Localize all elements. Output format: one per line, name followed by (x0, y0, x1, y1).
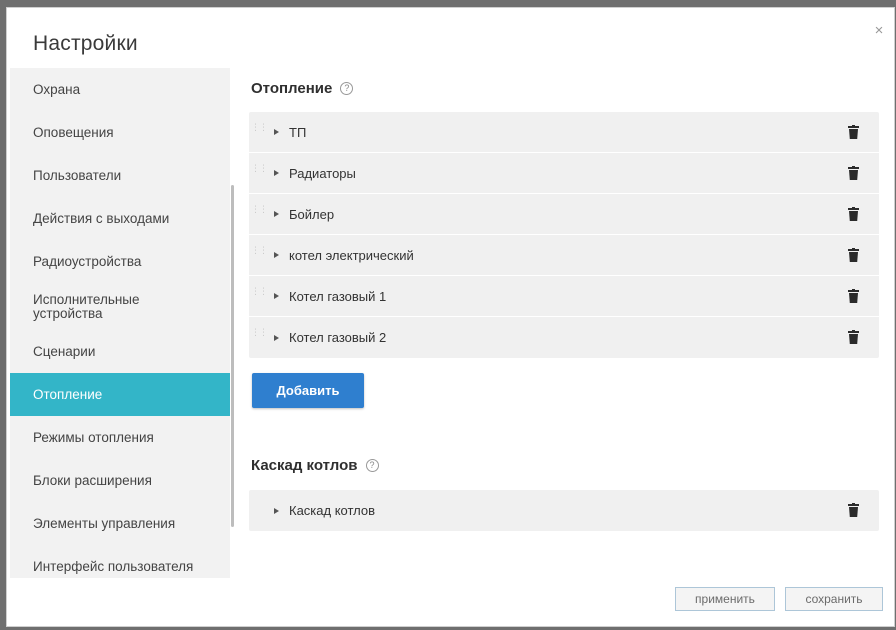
drag-handle-icon[interactable]: ⋮⋮ (251, 205, 268, 221)
sidebar-item-label: Оповещения (33, 124, 114, 140)
sidebar: Охрана Оповещения Пользователи Действия … (10, 68, 230, 578)
list-item-label: ТП (289, 124, 307, 140)
caret-right-icon[interactable] (274, 293, 279, 299)
sidebar-item-label: Действия с выходами (33, 210, 170, 226)
list-item[interactable]: ⋮⋮ Котел газовый 2 (249, 317, 879, 358)
close-icon[interactable]: × (870, 22, 888, 40)
list-item-label: Каскад котлов (289, 503, 376, 518)
add-button[interactable]: Добавить (252, 373, 364, 408)
drag-handle-icon[interactable]: ⋮⋮ (251, 287, 268, 303)
trash-icon[interactable] (848, 248, 859, 262)
sidebar-item-output-actions[interactable]: Действия с выходами (10, 197, 230, 240)
sidebar-item-label: Охрана (33, 81, 81, 97)
sidebar-item-label: Исполнительные устройства (33, 291, 140, 321)
list-item[interactable]: Каскад котлов (249, 490, 879, 531)
caret-right-icon[interactable] (274, 507, 279, 514)
sidebar-item-expansion-blocks[interactable]: Блоки расширения (10, 459, 230, 502)
caret-right-icon[interactable] (274, 334, 279, 341)
caret-right-icon[interactable] (274, 211, 279, 217)
drag-handle-icon[interactable]: ⋮⋮ (251, 164, 268, 180)
list-item-label: котел электрический (289, 247, 414, 263)
caret-right-icon[interactable] (274, 170, 279, 176)
drag-handle-icon[interactable]: ⋮⋮ (251, 123, 268, 139)
cascade-list: Каскад котлов (249, 490, 879, 531)
sidebar-item-label: Радиоустройства (33, 253, 142, 269)
sidebar-item-label: Блоки расширения (33, 472, 152, 488)
heating-title-text: Отопление (251, 80, 333, 97)
sidebar-item-label: Отопление (33, 386, 103, 402)
list-item-label: Радиаторы (289, 165, 356, 181)
sidebar-item-user-interface[interactable]: Интерфейс пользователя (10, 545, 230, 578)
trash-icon[interactable] (848, 207, 859, 221)
help-circle-icon[interactable]: ? (340, 82, 354, 95)
help-circle-icon[interactable]: ? (365, 459, 379, 472)
sidebar-item-label: Элементы управления (33, 515, 176, 531)
trash-icon[interactable] (848, 330, 859, 344)
sidebar-item-controls[interactable]: Элементы управления (10, 502, 230, 545)
sidebar-item-okhrana[interactable]: Охрана (10, 68, 230, 111)
list-item[interactable]: ⋮⋮ Котел газовый 1 (249, 276, 879, 317)
list-item[interactable]: ⋮⋮ Бойлер (249, 194, 879, 235)
sidebar-item-label: Пользователи (33, 167, 122, 183)
list-item-label: Котел газовый 1 (289, 288, 387, 304)
drag-handle-icon[interactable]: ⋮⋮ (251, 328, 268, 344)
heating-list: ⋮⋮ ТП ⋮⋮ Радиаторы ⋮⋮ Бойлер ⋮⋮ котел эл… (249, 112, 879, 358)
apply-button[interactable]: применить (675, 587, 775, 611)
trash-icon[interactable] (848, 503, 859, 517)
sidebar-item-heating[interactable]: Отопление (10, 373, 230, 416)
list-item[interactable]: ⋮⋮ Радиаторы (249, 153, 879, 194)
list-item[interactable]: ⋮⋮ котел электрический (249, 235, 879, 276)
sidebar-item-scenarios[interactable]: Сценарии (10, 330, 230, 373)
sidebar-item-label: Сценарии (33, 343, 96, 359)
caret-right-icon[interactable] (274, 129, 279, 135)
save-button[interactable]: сохранить (785, 587, 883, 611)
sidebar-item-radio-devices[interactable]: Радиоустройства (10, 240, 230, 283)
sidebar-item-label: Интерфейс пользователя (33, 558, 194, 574)
trash-icon[interactable] (848, 289, 859, 303)
sidebar-item-notifications[interactable]: Оповещения (10, 111, 230, 154)
list-item-label: Бойлер (289, 206, 335, 222)
trash-icon[interactable] (848, 125, 859, 139)
sidebar-item-label: Режимы отопления (33, 429, 154, 445)
list-item[interactable]: ⋮⋮ ТП (249, 112, 879, 153)
drag-handle-icon[interactable]: ⋮⋮ (251, 246, 268, 262)
list-item-label: Котел газовый 2 (289, 330, 387, 345)
sidebar-item-users[interactable]: Пользователи (10, 154, 230, 197)
heating-section-title: Отопление ? (251, 80, 354, 97)
cascade-title-text: Каскад котлов (251, 457, 358, 474)
sidebar-item-heating-modes[interactable]: Режимы отопления (10, 416, 230, 459)
caret-right-icon[interactable] (274, 252, 279, 258)
sidebar-item-actuators[interactable]: Исполнительные устройства (10, 283, 230, 330)
dialog-title: Настройки (33, 32, 138, 55)
cascade-section-title: Каскад котлов ? (251, 457, 379, 474)
trash-icon[interactable] (848, 166, 859, 180)
sidebar-scrollbar[interactable] (231, 185, 234, 527)
